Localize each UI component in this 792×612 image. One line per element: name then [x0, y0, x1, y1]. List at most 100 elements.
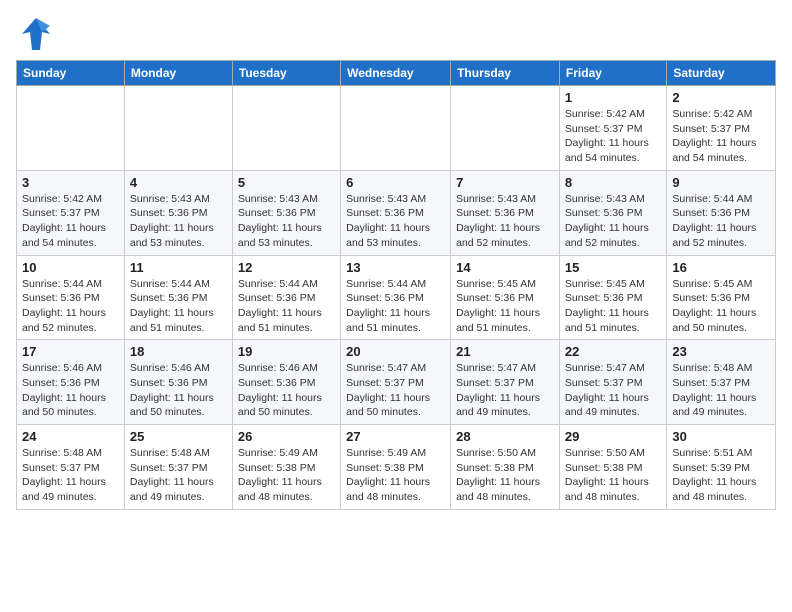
calendar-week-1: 1 Sunrise: 5:42 AM Sunset: 5:37 PM Daylig… [17, 86, 776, 171]
day-info: Sunrise: 5:43 AM Sunset: 5:36 PM Dayligh… [130, 192, 227, 251]
calendar-cell: 15Sunrise: 5:45 AM Sunset: 5:36 PM Dayli… [559, 255, 666, 340]
calendar-cell: 17 Sunrise: 5:46 AM Sunset: 5:36 PM Dayli… [17, 340, 125, 425]
calendar-cell: 7 Sunrise: 5:43 AM Sunset: 5:36 PM Daylig… [451, 170, 560, 255]
day-number: 21 [456, 344, 554, 359]
day-info: Sunrise: 5:43 AM Sunset: 5:36 PM Dayligh… [456, 192, 554, 251]
day-number: 24 [22, 429, 119, 444]
day-header-monday: Monday [124, 61, 232, 86]
calendar-cell [232, 86, 340, 171]
calendar-cell: 8 Sunrise: 5:43 AM Sunset: 5:36 PM Daylig… [559, 170, 666, 255]
calendar-cell: 24 Sunrise: 5:48 AM Sunset: 5:37 PM Dayli… [17, 425, 125, 510]
calendar-week-4: 17 Sunrise: 5:46 AM Sunset: 5:36 PM Dayli… [17, 340, 776, 425]
day-number: 20 [346, 344, 445, 359]
day-info: Sunrise: 5:48 AM Sunset: 5:37 PM Dayligh… [22, 446, 119, 505]
day-info: Sunrise: 5:47 AM Sunset: 5:37 PM Dayligh… [346, 361, 445, 420]
calendar-cell [17, 86, 125, 171]
day-header-thursday: Thursday [451, 61, 560, 86]
day-info: Sunrise: 5:46 AM Sunset: 5:36 PM Dayligh… [22, 361, 119, 420]
day-info: Sunrise: 5:42 AM Sunset: 5:37 PM Dayligh… [672, 107, 770, 166]
day-info: Sunrise: 5:44 AM Sunset: 5:36 PM Dayligh… [22, 277, 119, 336]
day-number: 5 [238, 175, 335, 190]
day-info: Sunrise: 5:50 AM Sunset: 5:38 PM Dayligh… [456, 446, 554, 505]
calendar-cell: 12Sunrise: 5:44 AM Sunset: 5:36 PM Dayli… [232, 255, 340, 340]
calendar-week-3: 10 Sunrise: 5:44 AM Sunset: 5:36 PM Dayli… [17, 255, 776, 340]
calendar-cell: 28 Sunrise: 5:50 AM Sunset: 5:38 PM Dayli… [451, 425, 560, 510]
day-info: Sunrise: 5:48 AM Sunset: 5:37 PM Dayligh… [130, 446, 227, 505]
day-info: Sunrise: 5:45 AM Sunset: 5:36 PM Dayligh… [672, 277, 770, 336]
day-number: 15 [565, 260, 661, 275]
day-number: 7 [456, 175, 554, 190]
day-info: Sunrise: 5:44 AM Sunset: 5:36 PM Dayligh… [672, 192, 770, 251]
calendar-cell [451, 86, 560, 171]
calendar-week-2: 3Sunrise: 5:42 AM Sunset: 5:37 PM Daylig… [17, 170, 776, 255]
calendar-cell: 6 Sunrise: 5:43 AM Sunset: 5:36 PM Daylig… [341, 170, 451, 255]
day-number: 19 [238, 344, 335, 359]
day-number: 16 [672, 260, 770, 275]
calendar-week-5: 24 Sunrise: 5:48 AM Sunset: 5:37 PM Dayli… [17, 425, 776, 510]
day-info: Sunrise: 5:43 AM Sunset: 5:36 PM Dayligh… [565, 192, 661, 251]
day-info: Sunrise: 5:42 AM Sunset: 5:37 PM Dayligh… [22, 192, 119, 251]
day-info: Sunrise: 5:49 AM Sunset: 5:38 PM Dayligh… [238, 446, 335, 505]
calendar-cell: 14 Sunrise: 5:45 AM Sunset: 5:36 PM Dayli… [451, 255, 560, 340]
calendar-cell: 10 Sunrise: 5:44 AM Sunset: 5:36 PM Dayli… [17, 255, 125, 340]
day-number: 27 [346, 429, 445, 444]
calendar-table: SundayMondayTuesdayWednesdayThursdayFrid… [16, 60, 776, 510]
day-header-friday: Friday [559, 61, 666, 86]
day-number: 28 [456, 429, 554, 444]
day-number: 29 [565, 429, 661, 444]
calendar-cell: 2 Sunrise: 5:42 AM Sunset: 5:37 PM Daylig… [667, 86, 776, 171]
day-info: Sunrise: 5:48 AM Sunset: 5:37 PM Dayligh… [672, 361, 770, 420]
day-number: 23 [672, 344, 770, 359]
day-header-wednesday: Wednesday [341, 61, 451, 86]
day-number: 30 [672, 429, 770, 444]
day-number: 6 [346, 175, 445, 190]
calendar-cell [124, 86, 232, 171]
calendar-cell: 26 Sunrise: 5:49 AM Sunset: 5:38 PM Dayli… [232, 425, 340, 510]
calendar-cell: 23 Sunrise: 5:48 AM Sunset: 5:37 PM Dayli… [667, 340, 776, 425]
day-info: Sunrise: 5:45 AM Sunset: 5:36 PM Dayligh… [456, 277, 554, 336]
day-info: Sunrise: 5:42 AM Sunset: 5:37 PM Dayligh… [565, 107, 661, 166]
day-number: 22 [565, 344, 661, 359]
calendar-cell: 20 Sunrise: 5:47 AM Sunset: 5:37 PM Dayli… [341, 340, 451, 425]
calendar-cell: 19Sunrise: 5:46 AM Sunset: 5:36 PM Dayli… [232, 340, 340, 425]
day-number: 1 [565, 90, 661, 105]
day-number: 17 [22, 344, 119, 359]
day-info: Sunrise: 5:43 AM Sunset: 5:36 PM Dayligh… [346, 192, 445, 251]
day-number: 10 [22, 260, 119, 275]
day-info: Sunrise: 5:44 AM Sunset: 5:36 PM Dayligh… [130, 277, 227, 336]
day-info: Sunrise: 5:47 AM Sunset: 5:37 PM Dayligh… [456, 361, 554, 420]
day-info: Sunrise: 5:47 AM Sunset: 5:37 PM Dayligh… [565, 361, 661, 420]
calendar-cell: 4 Sunrise: 5:43 AM Sunset: 5:36 PM Daylig… [124, 170, 232, 255]
day-number: 14 [456, 260, 554, 275]
logo-bird-icon [20, 16, 52, 52]
calendar-cell: 22 Sunrise: 5:47 AM Sunset: 5:37 PM Dayli… [559, 340, 666, 425]
calendar-cell [341, 86, 451, 171]
day-info: Sunrise: 5:44 AM Sunset: 5:36 PM Dayligh… [238, 277, 335, 336]
calendar-cell: 13Sunrise: 5:44 AM Sunset: 5:36 PM Dayli… [341, 255, 451, 340]
calendar-cell: 3Sunrise: 5:42 AM Sunset: 5:37 PM Daylig… [17, 170, 125, 255]
page-header [16, 16, 776, 52]
day-number: 4 [130, 175, 227, 190]
calendar-cell: 21 Sunrise: 5:47 AM Sunset: 5:37 PM Dayli… [451, 340, 560, 425]
calendar-cell: 18Sunrise: 5:46 AM Sunset: 5:36 PM Dayli… [124, 340, 232, 425]
calendar-cell: 5 Sunrise: 5:43 AM Sunset: 5:36 PM Daylig… [232, 170, 340, 255]
calendar-cell: 27 Sunrise: 5:49 AM Sunset: 5:38 PM Dayli… [341, 425, 451, 510]
day-info: Sunrise: 5:43 AM Sunset: 5:36 PM Dayligh… [238, 192, 335, 251]
day-info: Sunrise: 5:49 AM Sunset: 5:38 PM Dayligh… [346, 446, 445, 505]
day-number: 8 [565, 175, 661, 190]
calendar-cell: 25 Sunrise: 5:48 AM Sunset: 5:37 PM Dayli… [124, 425, 232, 510]
day-header-saturday: Saturday [667, 61, 776, 86]
day-number: 9 [672, 175, 770, 190]
calendar-cell: 1 Sunrise: 5:42 AM Sunset: 5:37 PM Daylig… [559, 86, 666, 171]
calendar-cell: 11 Sunrise: 5:44 AM Sunset: 5:36 PM Dayli… [124, 255, 232, 340]
day-number: 26 [238, 429, 335, 444]
day-number: 11 [130, 260, 227, 275]
day-number: 2 [672, 90, 770, 105]
day-info: Sunrise: 5:51 AM Sunset: 5:39 PM Dayligh… [672, 446, 770, 505]
calendar-cell: 16 Sunrise: 5:45 AM Sunset: 5:36 PM Dayli… [667, 255, 776, 340]
day-number: 25 [130, 429, 227, 444]
logo [16, 16, 52, 52]
day-info: Sunrise: 5:44 AM Sunset: 5:36 PM Dayligh… [346, 277, 445, 336]
day-number: 18 [130, 344, 227, 359]
day-header-tuesday: Tuesday [232, 61, 340, 86]
